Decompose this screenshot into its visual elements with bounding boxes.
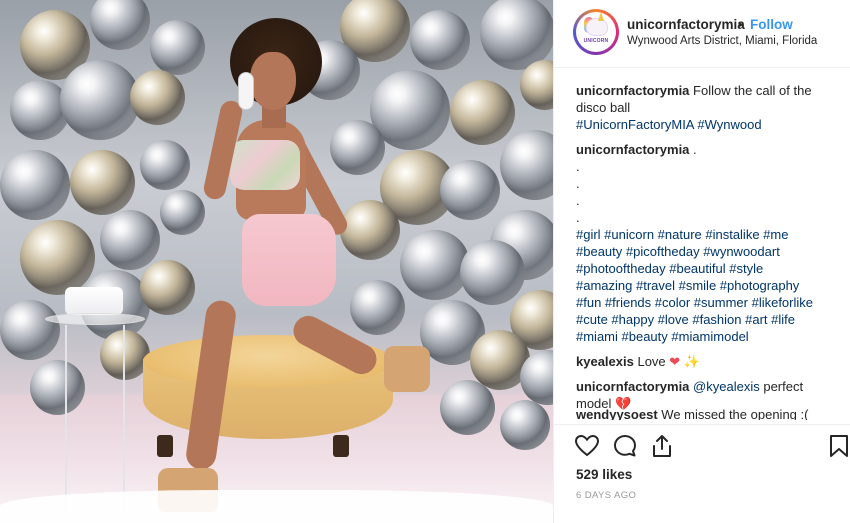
caption-username[interactable]: unicornfactorymia [576, 83, 689, 98]
comment-text: We missed the opening :( [661, 407, 809, 420]
follow-button[interactable]: Follow [750, 17, 793, 32]
hashtag-line[interactable]: #cute #happy #love #fashion #art #life [576, 311, 838, 328]
comment-item: unicornfactorymia . . . . . #girl #unico… [576, 141, 838, 345]
dot-line: . [576, 193, 580, 208]
post-timestamp[interactable]: 6 DAYS AGO [576, 490, 636, 501]
comment-username[interactable]: wendyysoest [576, 407, 658, 420]
caption: unicornfactorymia Follow the call of the… [576, 82, 838, 133]
model-figure [0, 0, 553, 523]
avatar[interactable]: UNICORN [576, 12, 616, 52]
telephone-handset [238, 72, 254, 110]
leg [288, 310, 382, 380]
post-actions: 529 likes 6 DAYS AGO [554, 424, 850, 523]
leg [184, 298, 238, 472]
comment-text: perfect [763, 379, 804, 394]
face [250, 52, 296, 110]
sparkle-emoji-icon: ✨ [683, 354, 701, 369]
comment-dots: . . . . [576, 158, 838, 226]
caption-hashtags[interactable]: #UnicornFactoryMIA #Wynwood [576, 117, 762, 132]
header-username[interactable]: unicornfactorymia [627, 17, 745, 32]
comment-username[interactable]: kyealexis [576, 354, 634, 369]
post-header: UNICORN unicornfactorymia • Follow Wynwo… [554, 0, 850, 68]
comments-list[interactable]: unicornfactorymia Follow the call of the… [576, 82, 838, 420]
hashtag-line[interactable]: #fun #friends #color #summer #likeforlik… [576, 294, 838, 311]
pink-skirt [242, 214, 336, 306]
post-photo[interactable] [0, 0, 553, 523]
comment-username[interactable]: unicornfactorymia [576, 142, 689, 157]
hashtag-line[interactable]: #photooftheday #beautiful #style [576, 260, 838, 277]
separator-dot: • [738, 17, 743, 32]
unicorn-horn [598, 12, 604, 21]
hashtag-line[interactable]: #amazing #travel #smile #photography [576, 277, 838, 294]
comment-icon[interactable] [612, 433, 638, 459]
post-detail-panel: UNICORN unicornfactorymia • Follow Wynwo… [553, 0, 850, 523]
dot-line: . [576, 159, 580, 174]
dot-line: . [576, 210, 580, 225]
comment-username[interactable]: unicornfactorymia [576, 379, 689, 394]
comment-item: kyealexis Love ❤ ✨ [576, 353, 838, 370]
comment-mention[interactable]: @kyealexis [693, 379, 760, 394]
avatar-story-ring[interactable]: UNICORN [573, 9, 619, 55]
location-link[interactable]: Wynwood Arts District, Miami, Florida [627, 35, 817, 47]
share-icon[interactable] [649, 433, 675, 459]
unicorn-logo-icon [586, 18, 608, 36]
hashtag-line[interactable]: #girl #unicorn #nature #instalike #me [576, 226, 838, 243]
floral-top [230, 140, 300, 190]
bookmark-icon[interactable] [826, 433, 850, 459]
comment-text: . [693, 142, 697, 157]
hashtag-line[interactable]: #beauty #picoftheday #wynwoodart [576, 243, 838, 260]
white-rug [0, 490, 553, 523]
hashtag-line[interactable]: #miami #beauty #miamimodel [576, 328, 838, 345]
shoe [384, 346, 430, 392]
heart-emoji-icon: ❤ [669, 354, 681, 369]
comment-item-partial: wendyysoest We missed the opening :( [576, 406, 838, 420]
likes-count[interactable]: 529 likes [576, 467, 632, 482]
heart-icon[interactable] [574, 433, 600, 459]
dot-line: . [576, 176, 580, 191]
avatar-logo-text: UNICORN [583, 38, 609, 44]
comment-text: Love [637, 354, 666, 369]
